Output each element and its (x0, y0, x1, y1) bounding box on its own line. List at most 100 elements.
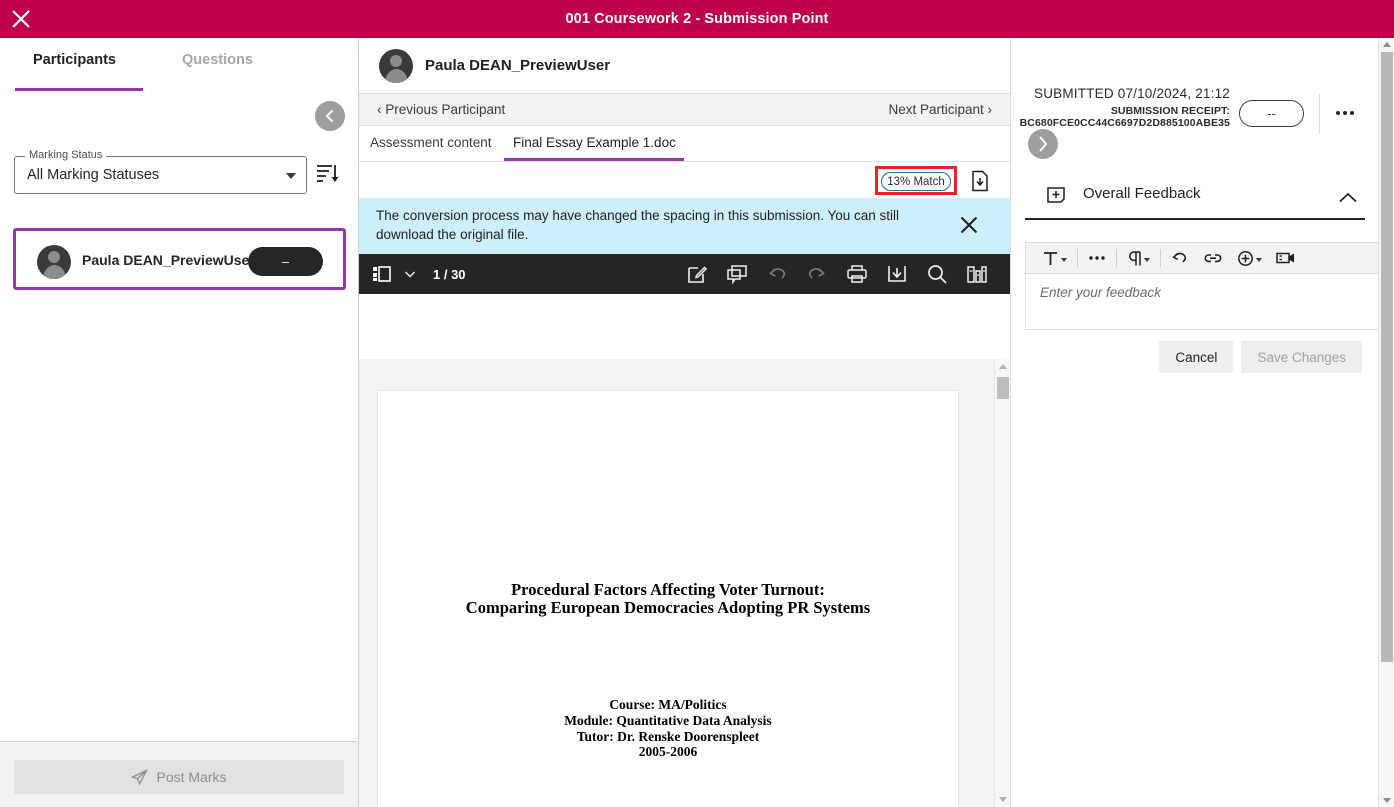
submission-point-app: 001 Coursework 2 - Submission Point Part… (0, 0, 1394, 807)
more-horizontal-icon[interactable] (1332, 102, 1358, 124)
overall-feedback-header[interactable]: Overall Feedback (1025, 178, 1365, 220)
previous-participant-link[interactable]: ‹ Previous Participant (377, 102, 505, 117)
undo-icon[interactable] (1164, 245, 1196, 271)
list-item[interactable]: Paula DEAN_PreviewUser – (13, 228, 346, 290)
document-title-line-2: Comparing European Democracies Adopting … (465, 598, 871, 617)
participant-grade-badge[interactable]: – (248, 247, 323, 276)
post-marks-button[interactable]: Post Marks (14, 760, 344, 794)
grade-input-pill[interactable]: -- (1239, 100, 1304, 127)
collapse-sidebar-button[interactable] (315, 101, 345, 131)
active-tab-indicator (504, 158, 684, 161)
submission-info: SUBMITTED 07/10/2024, 21:12 SUBMISSION R… (1011, 86, 1230, 129)
marking-status-select[interactable]: Marking Status All Marking Statuses (14, 149, 307, 194)
close-icon[interactable] (957, 213, 981, 237)
sort-descending-icon (317, 165, 339, 182)
sidebar-footer: Post Marks (0, 741, 358, 807)
comment-icon[interactable] (726, 263, 748, 285)
editor-toolbar (1025, 242, 1383, 274)
submission-viewer: Paula DEAN_PreviewUser ‹ Previous Partic… (359, 38, 1010, 807)
document-title-line-1: Procedural Factors Affecting Voter Turno… (511, 580, 825, 599)
scroll-up-arrow-icon[interactable] (999, 364, 1007, 369)
feedback-actions: Cancel Save Changes (1159, 341, 1362, 373)
scrollbar-thumb[interactable] (1381, 52, 1393, 662)
insert-plus-icon[interactable] (1230, 245, 1269, 271)
document-title: Procedural Factors Affecting Voter Turno… (378, 581, 958, 617)
document-tutor: Tutor: Dr. Renske Doorenspleet (576, 728, 760, 744)
avatar (379, 49, 413, 83)
marking-status-label: Marking Status (25, 149, 107, 161)
banner-text: The conversion process may have changed … (376, 208, 900, 242)
sidebar-panel-icon[interactable] (371, 263, 393, 285)
redo-icon (806, 263, 828, 285)
divider (1319, 94, 1320, 134)
feedback-textarea[interactable]: Enter your feedback (1025, 274, 1383, 330)
page-indicator: 1 / 30 (433, 266, 466, 282)
expand-panel-button[interactable] (1028, 129, 1058, 159)
tab-participants[interactable]: Participants (33, 52, 116, 80)
feedback-placeholder: Enter your feedback (1040, 285, 1161, 300)
more-options-icon[interactable] (1081, 245, 1113, 271)
feedback-panel: SUBMITTED 07/10/2024, 21:12 SUBMISSION R… (1010, 38, 1383, 807)
scrollbar-thumb[interactable] (997, 377, 1009, 399)
divider (1116, 249, 1117, 267)
document-scrollbar[interactable] (994, 359, 1010, 807)
pdf-toolbar: 1 / 30 (359, 254, 1010, 294)
window-title-bar: 001 Coursework 2 - Submission Point (0, 0, 1394, 38)
chevron-left-icon (325, 109, 334, 123)
scroll-down-arrow-icon[interactable] (999, 797, 1007, 802)
sidebar-tabs: Participants Questions (0, 52, 358, 92)
participant-navigation: ‹ Previous Participant Next Participant … (359, 94, 1010, 126)
search-icon[interactable] (926, 263, 948, 285)
document-module: Module: Quantitative Data Analysis (564, 712, 772, 728)
undo-icon (766, 263, 788, 285)
scroll-up-arrow-icon[interactable] (1383, 42, 1391, 47)
chevron-right-icon (1039, 136, 1048, 152)
page-title: 001 Coursework 2 - Submission Point (565, 11, 829, 27)
document-canvas[interactable]: Procedural Factors Affecting Voter Turno… (359, 359, 1010, 807)
paper-plane-icon (131, 768, 149, 786)
marking-status-value: All Marking Statuses (27, 167, 160, 183)
avatar (37, 245, 71, 279)
active-tab-indicator (15, 88, 143, 91)
student-header: Paula DEAN_PreviewUser (359, 38, 1010, 94)
download-icon[interactable] (886, 263, 908, 285)
file-download-icon[interactable] (970, 170, 990, 197)
submission-receipt: SUBMISSION RECEIPT: BC680FCE0CC44C6697D2… (1019, 105, 1230, 129)
annotate-edit-icon[interactable] (686, 263, 708, 285)
scroll-down-arrow-icon[interactable] (1383, 798, 1391, 803)
next-participant-link[interactable]: Next Participant › (888, 102, 992, 117)
divider (1160, 249, 1161, 267)
page-chevron-down-icon[interactable] (403, 267, 417, 281)
document-metadata: Course: MA/Politics Module: Quantitative… (378, 697, 958, 760)
post-marks-label: Post Marks (156, 769, 227, 785)
paragraph-icon[interactable] (1120, 245, 1157, 271)
chevron-up-icon[interactable] (1337, 190, 1359, 211)
document-year: 2005-2006 (638, 744, 698, 760)
link-icon[interactable] (1196, 245, 1230, 271)
participants-sidebar: Participants Questions Marking Status Al… (0, 38, 359, 807)
divider (1077, 249, 1078, 267)
tab-final-essay-file[interactable]: Final Essay Example 1.doc (513, 135, 676, 150)
submitted-timestamp: SUBMITTED 07/10/2024, 21:12 (1033, 86, 1230, 101)
cancel-button[interactable]: Cancel (1159, 341, 1234, 373)
text-format-icon[interactable] (1035, 245, 1074, 271)
conversion-notice-banner: The conversion process may have changed … (359, 198, 1010, 254)
sort-participants-button[interactable] (315, 160, 343, 190)
similarity-row: 13% Match (359, 162, 1010, 198)
library-icon[interactable] (966, 263, 988, 285)
overall-feedback-title: Overall Feedback (1083, 185, 1201, 202)
feedback-editor: Enter your feedback (1025, 242, 1383, 330)
page-scrollbar[interactable] (1378, 38, 1394, 807)
submission-tabs: Assessment content Final Essay Example 1… (359, 126, 1010, 162)
embed-media-icon[interactable] (1269, 245, 1302, 271)
similarity-highlight-box: 13% Match (875, 166, 957, 195)
participant-name: Paula DEAN_PreviewUser (82, 252, 255, 268)
add-feedback-icon (1046, 186, 1066, 211)
chevron-down-icon (286, 173, 296, 179)
document-course: Course: MA/Politics (609, 697, 727, 712)
print-icon[interactable] (846, 263, 868, 285)
tab-questions[interactable]: Questions (182, 52, 253, 80)
tab-assessment-content[interactable]: Assessment content (370, 135, 492, 150)
save-changes-button[interactable]: Save Changes (1241, 341, 1362, 373)
similarity-match-badge[interactable]: 13% Match (881, 172, 951, 191)
